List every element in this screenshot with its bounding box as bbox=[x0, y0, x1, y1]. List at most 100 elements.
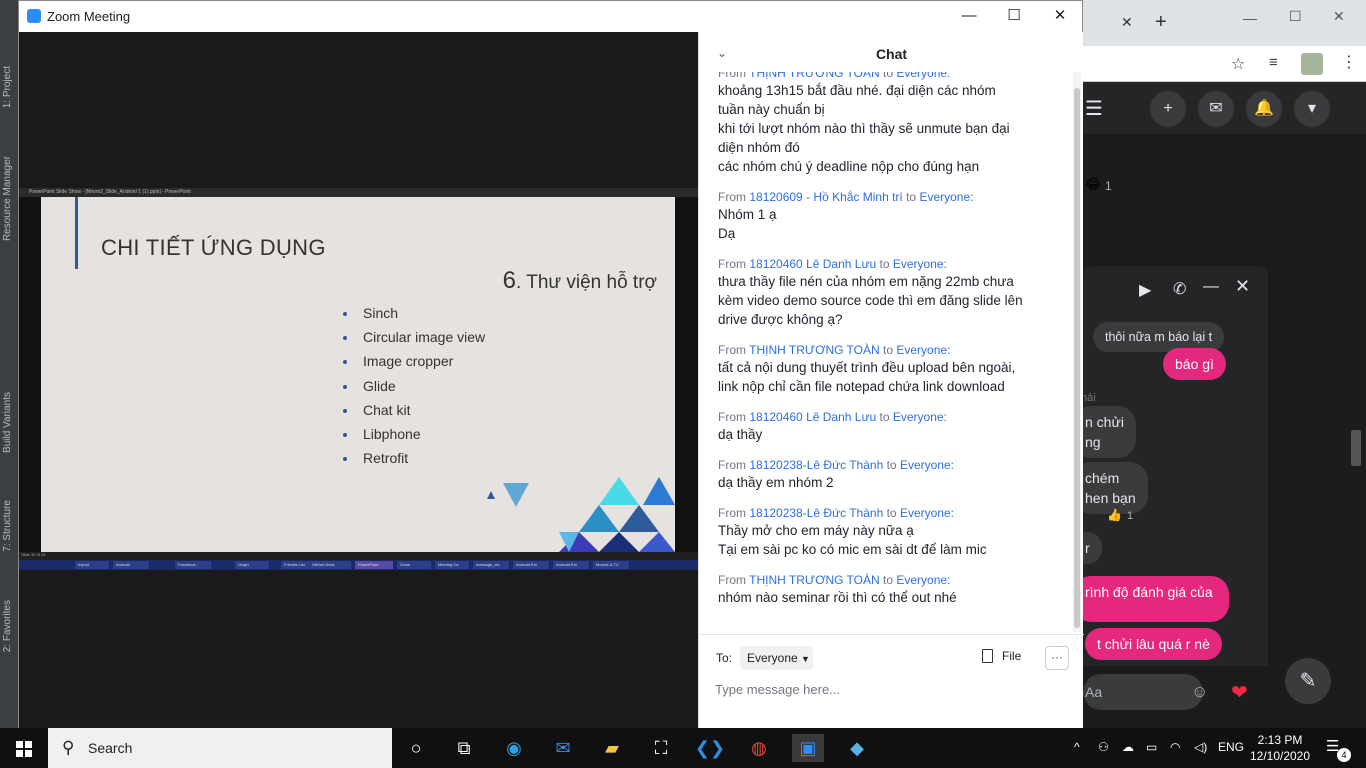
tool-tab-project[interactable]: 1: Project bbox=[2, 66, 18, 108]
chat-message: From THỊNH TRƯƠNG TOÀN to Everyone: khoản… bbox=[718, 72, 1063, 176]
new-tab-icon[interactable]: + bbox=[1155, 11, 1167, 34]
mini-taskbar-item: Android Em bbox=[513, 561, 549, 569]
shared-screen-taskbar: export Android Facebook - Origin Friends… bbox=[19, 560, 698, 570]
sender-name[interactable]: 18120609 - Hồ Khắc Minh trí bbox=[749, 190, 902, 204]
mini-taskbar-item: Android bbox=[113, 561, 149, 569]
bullet-item: Glide bbox=[343, 376, 485, 400]
message-text: khi tới lượt nhóm nào thì thầy sẽ unmute… bbox=[718, 121, 1010, 136]
window-title: Zoom Meeting bbox=[47, 9, 131, 24]
sender-name[interactable]: THỊNH TRƯƠNG TOÀN bbox=[749, 343, 880, 357]
from-prefix: From bbox=[718, 573, 750, 587]
phone-call-icon[interactable]: ✆ bbox=[1173, 279, 1186, 299]
wifi-icon[interactable]: ◠ bbox=[1170, 740, 1180, 754]
chat-message-list[interactable]: From THỊNH TRƯƠNG TOÀN to Everyone: khoản… bbox=[699, 72, 1071, 632]
chrome-icon[interactable]: ◍ bbox=[743, 734, 775, 762]
minimize-icon[interactable]: — bbox=[1243, 10, 1257, 26]
maximize-button[interactable]: ☐ bbox=[991, 3, 1037, 29]
star-icon[interactable]: ☆ bbox=[1231, 54, 1245, 74]
sender-name[interactable]: 18120460 Lê Danh Lưu bbox=[749, 410, 876, 424]
vscode-icon[interactable]: ❮❯ bbox=[694, 734, 726, 762]
message-text: Dạ bbox=[718, 226, 736, 241]
tool-tab-favorites[interactable]: 2: Favorites bbox=[2, 600, 18, 652]
messenger-icon[interactable]: ✉ bbox=[1198, 91, 1234, 127]
minimize-button[interactable]: — bbox=[946, 3, 992, 29]
notifications-icon[interactable]: 🔔 bbox=[1246, 91, 1282, 127]
maximize-icon[interactable]: ☐ bbox=[1289, 8, 1302, 25]
scroll-thumb[interactable] bbox=[1074, 88, 1080, 628]
zoom-title-bar: Zoom Meeting — ☐ ✕ bbox=[19, 1, 1082, 32]
new-message-icon[interactable]: ✎ bbox=[1285, 658, 1331, 704]
recipient-dropdown[interactable]: Everyone ▼ bbox=[740, 646, 813, 670]
to-label: To: bbox=[716, 651, 733, 665]
zoom-taskbar-icon[interactable]: ▣ bbox=[792, 734, 824, 762]
windows-logo-icon bbox=[16, 741, 23, 748]
cortana-icon[interactable]: ○ bbox=[400, 734, 432, 762]
mail-icon[interactable]: ✉ bbox=[547, 734, 579, 762]
sender-name[interactable]: THỊNH TRƯƠNG TOÀN bbox=[749, 72, 880, 80]
chat-scrollbar[interactable] bbox=[1073, 72, 1081, 632]
message-text: link nộp chỉ cần file notepad chứa link … bbox=[718, 379, 1005, 394]
cloud-warning-icon[interactable]: ☁ bbox=[1122, 740, 1134, 754]
message-bubble-out: t chửi lâu quá r nè bbox=[1085, 628, 1222, 660]
to-word: to bbox=[879, 573, 897, 587]
chat-message-input[interactable] bbox=[715, 678, 1055, 700]
messenger-input[interactable]: Aa ☺ bbox=[1083, 674, 1208, 710]
bullet-item: Image cropper bbox=[343, 351, 485, 375]
message-text: Thầy mở cho em máy này nữa ạ bbox=[718, 523, 914, 538]
close-window-icon[interactable]: ✕ bbox=[1333, 8, 1345, 25]
chat-message: From 18120238-Lê Đức Thành to Everyone: T… bbox=[718, 506, 1063, 559]
bullet-text: Circular image view bbox=[363, 329, 486, 346]
sender-name[interactable]: 18120238-Lê Đức Thành bbox=[749, 506, 883, 520]
file-explorer-icon[interactable]: ▰ bbox=[596, 734, 628, 762]
start-button[interactable] bbox=[0, 728, 48, 768]
volume-icon[interactable]: ◁) bbox=[1194, 740, 1207, 754]
chat-message: From THỊNH TRƯƠNG TOÀN to Everyone: tất c… bbox=[718, 343, 1063, 396]
sender-name[interactable]: THỊNH TRƯƠNG TOÀN bbox=[749, 573, 880, 587]
close-tab-icon[interactable]: ✕ bbox=[1121, 14, 1133, 31]
battery-icon[interactable]: ▭ bbox=[1146, 740, 1157, 754]
chevron-down-icon: ▼ bbox=[801, 654, 810, 664]
emoji-icon[interactable]: ☺ bbox=[1191, 682, 1208, 702]
message-text: tuần này chuẩn bị bbox=[718, 102, 825, 117]
windows-logo-icon bbox=[25, 750, 32, 757]
page-scrollbar[interactable] bbox=[1351, 430, 1361, 466]
heart-icon[interactable]: ❤ bbox=[1231, 680, 1248, 705]
edge-icon[interactable]: ◉ bbox=[498, 734, 530, 762]
playlist-icon[interactable]: ≡ bbox=[1269, 54, 1278, 71]
video-call-icon[interactable]: ▶ bbox=[1139, 280, 1151, 300]
account-icon[interactable]: ▾ bbox=[1294, 91, 1330, 127]
task-view-icon[interactable]: ⧉ bbox=[448, 734, 480, 762]
tool-tab-structure[interactable]: 7: Structure bbox=[2, 500, 18, 552]
bullet-item: Sinch bbox=[343, 303, 485, 327]
network-adapter-icon[interactable]: ⚇ bbox=[1098, 740, 1109, 754]
clock-date: 12/10/2020 bbox=[1249, 749, 1311, 763]
chrome-address-bar[interactable]: ☆ ≡ ⋮ bbox=[1083, 46, 1366, 82]
background-browser: ✕ + — ☐ ✕ ☆ ≡ ⋮ ☰ + ✉ 🔔 ▾ 😂 1 ▶ ✆ — ✕ th… bbox=[1073, 0, 1366, 728]
chrome-menu-icon[interactable]: ⋮ bbox=[1341, 52, 1357, 72]
close-chat-icon[interactable]: ✕ bbox=[1235, 276, 1250, 297]
minimize-chat-icon[interactable]: — bbox=[1203, 278, 1219, 296]
to-word: to bbox=[883, 458, 900, 472]
close-button[interactable]: ✕ bbox=[1037, 3, 1083, 29]
from-prefix: From bbox=[718, 458, 750, 472]
taskbar-search[interactable]: ⚲ Search bbox=[48, 728, 392, 768]
tool-tab-resource-manager[interactable]: Resource Manager bbox=[2, 156, 18, 241]
more-options-button[interactable]: ··· bbox=[1045, 646, 1069, 670]
message-text: khoảng 13h15 bắt đầu nhé. đại diện các n… bbox=[718, 83, 996, 98]
file-button[interactable]: File bbox=[982, 649, 1021, 663]
recipient-name: Everyone: bbox=[899, 506, 954, 520]
sender-name[interactable]: 18120460 Lê Danh Lưu bbox=[749, 257, 876, 271]
menu-icon[interactable]: ☰ bbox=[1085, 96, 1103, 121]
sender-name[interactable]: 18120238-Lê Đức Thành bbox=[749, 458, 883, 472]
taskbar-clock[interactable]: 2:13 PM 12/10/2020 bbox=[1244, 732, 1316, 764]
tool-tab-build-variants[interactable]: Build Variants bbox=[2, 392, 18, 453]
app-icon[interactable]: ◆ bbox=[841, 734, 873, 762]
from-prefix: From bbox=[718, 72, 750, 80]
recipient-name: Everyone: bbox=[919, 190, 974, 204]
language-indicator[interactable]: ENG bbox=[1218, 740, 1244, 754]
create-icon[interactable]: + bbox=[1150, 91, 1186, 127]
message-sender-line: From 18120460 Lê Danh Lưu to Everyone: bbox=[718, 257, 1063, 272]
store-icon[interactable]: ⛶ bbox=[645, 734, 677, 762]
extension-icon[interactable] bbox=[1301, 53, 1323, 75]
show-hidden-icons[interactable]: ^ bbox=[1074, 740, 1080, 754]
